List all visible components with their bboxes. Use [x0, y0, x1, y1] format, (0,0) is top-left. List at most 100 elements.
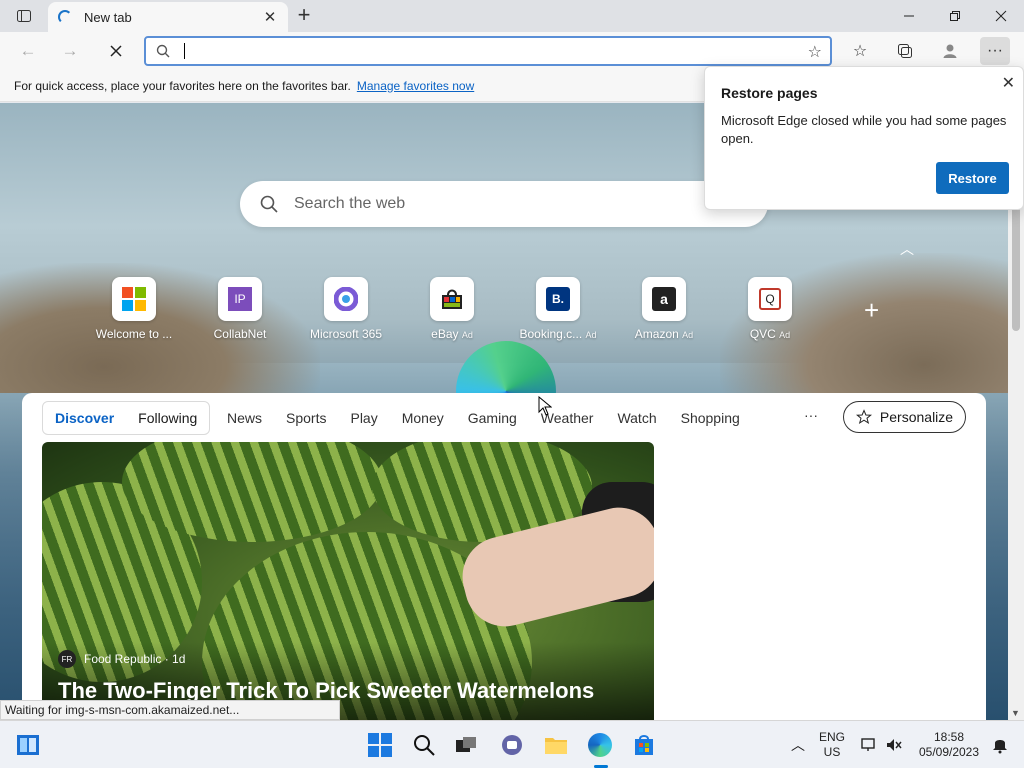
- ad-label: Ad: [682, 330, 694, 340]
- profile-icon: [943, 44, 957, 58]
- active-tab[interactable]: New tab ✕: [48, 2, 288, 32]
- category-gaming[interactable]: Gaming: [468, 410, 517, 426]
- minimize-button[interactable]: [886, 0, 932, 32]
- address-bar[interactable]: ☆: [144, 36, 832, 66]
- quick-link-label: Microsoft 365: [309, 327, 383, 341]
- chat-icon: [502, 735, 522, 755]
- clock[interactable]: 18:58 05/09/2023: [912, 730, 986, 760]
- clock-date: 05/09/2023: [918, 745, 980, 759]
- category-news[interactable]: News: [227, 410, 262, 426]
- quick-link-ebay[interactable]: eBay Ad: [402, 277, 502, 341]
- ad-label: Ad: [585, 330, 597, 340]
- title-bar: New tab ✕ +: [0, 0, 1024, 32]
- quick-link-label: Welcome to ...: [95, 327, 173, 341]
- collections-button[interactable]: [890, 37, 920, 65]
- tab-following[interactable]: Following: [138, 410, 197, 426]
- microsoft-logo-icon: [112, 277, 156, 321]
- tab-close-icon[interactable]: ✕: [262, 8, 278, 26]
- stop-loading-button[interactable]: [102, 37, 130, 65]
- forward-arrow-icon: →: [61, 41, 79, 60]
- scroll-down-arrow-icon[interactable]: ▼: [1011, 708, 1020, 718]
- dialog-message: Microsoft Edge closed while you had some…: [721, 113, 1007, 146]
- language-code: ENG: [818, 730, 845, 744]
- qvc-icon: Q: [748, 277, 792, 321]
- quick-link-qvc[interactable]: Q QVC Ad: [720, 277, 820, 341]
- notification-bell-icon: [993, 740, 1007, 754]
- category-sports[interactable]: Sports: [286, 410, 326, 426]
- quick-link-amazon[interactable]: a Amazon Ad: [614, 277, 714, 341]
- new-tab-button[interactable]: +: [292, 4, 316, 28]
- volume-muted-icon: [887, 739, 902, 751]
- forward-button[interactable]: →: [56, 37, 84, 65]
- store-icon: [635, 735, 653, 755]
- chevron-up-icon[interactable]: ︿: [900, 239, 914, 259]
- restore-window-button[interactable]: [932, 0, 978, 32]
- category-money[interactable]: Money: [402, 410, 444, 426]
- tab-actions-button[interactable]: [8, 4, 40, 28]
- quick-link-label: QVC: [749, 327, 776, 341]
- file-explorer-button[interactable]: [542, 731, 570, 759]
- taskbar-search-button[interactable]: [410, 731, 438, 759]
- tab-discover[interactable]: Discover: [55, 410, 114, 426]
- manage-favorites-link[interactable]: Manage favorites now: [357, 79, 474, 93]
- dialog-close-icon[interactable]: ✕: [1002, 73, 1015, 93]
- microsoft-365-icon: [324, 277, 368, 321]
- mouse-cursor-icon: [538, 395, 553, 421]
- feed-view-switch: Discover Following: [42, 401, 211, 435]
- add-favorite-icon[interactable]: ☆: [808, 42, 822, 62]
- restore-button[interactable]: Restore: [936, 162, 1009, 194]
- personalize-button[interactable]: Personalize: [843, 401, 966, 433]
- windows-start-icon: [368, 733, 392, 757]
- store-button[interactable]: [630, 731, 658, 759]
- article-source: FR Food Republic · 1d: [58, 650, 185, 668]
- web-search-placeholder: Search the web: [294, 195, 406, 212]
- widgets-icon: [17, 735, 39, 755]
- web-search-box[interactable]: Search the web: [240, 181, 768, 227]
- quick-link-booking[interactable]: B. Booking.c... Ad: [508, 277, 608, 341]
- search-icon: [414, 735, 435, 756]
- close-window-button[interactable]: [978, 0, 1024, 32]
- keyboard-layout: US: [823, 745, 841, 759]
- category-shopping[interactable]: Shopping: [681, 410, 740, 426]
- quick-link-welcome[interactable]: Welcome to ...: [84, 277, 184, 341]
- feed-categories: News Sports Play Money Gaming Weather Wa…: [227, 401, 764, 435]
- notifications-button[interactable]: [986, 731, 1014, 759]
- show-hidden-icons-button[interactable]: ︿: [784, 731, 812, 759]
- favorites-bar-hint: For quick access, place your favorites h…: [14, 78, 351, 93]
- quick-link-collabnet[interactable]: IP CollabNet: [190, 277, 290, 341]
- plus-icon: +: [864, 295, 880, 325]
- more-categories-button[interactable]: ···: [804, 407, 818, 423]
- start-button[interactable]: [366, 731, 394, 759]
- task-view-button[interactable]: [452, 731, 480, 759]
- add-quick-link-button[interactable]: +: [864, 295, 879, 326]
- profile-button[interactable]: [935, 37, 965, 65]
- widgets-button[interactable]: [14, 731, 42, 759]
- settings-more-button[interactable]: ···: [980, 37, 1010, 65]
- loading-spinner-icon: [58, 10, 72, 24]
- quick-link-microsoft-365[interactable]: Microsoft 365: [296, 277, 396, 341]
- folder-icon: [545, 738, 567, 754]
- featured-article-card[interactable]: FR Food Republic · 1d The Two-Finger Tri…: [42, 442, 654, 720]
- task-view-icon: [456, 737, 476, 752]
- input-language[interactable]: ENG US: [812, 730, 852, 760]
- quick-link-label: eBay: [431, 327, 459, 341]
- quick-link-label: Amazon: [634, 327, 679, 341]
- volume-button[interactable]: [880, 731, 908, 759]
- back-arrow-icon: ←: [19, 41, 37, 60]
- chevron-up-icon: ︿: [791, 737, 805, 753]
- restore-window-icon: [950, 11, 960, 21]
- category-watch[interactable]: Watch: [617, 410, 656, 426]
- favorites-button[interactable]: ☆: [845, 37, 875, 65]
- back-button[interactable]: ←: [14, 37, 42, 65]
- quick-link-label: CollabNet: [213, 327, 267, 341]
- network-icon: [861, 738, 875, 751]
- category-play[interactable]: Play: [350, 410, 377, 426]
- personalize-label: Personalize: [879, 409, 954, 425]
- close-window-icon: [995, 10, 1007, 22]
- ad-label: Ad: [779, 330, 791, 340]
- edge-taskbar-button[interactable]: [586, 731, 614, 759]
- quick-link-label: Booking.c...: [519, 327, 583, 341]
- taskbar: ︿ ENG US 18:58 05/09/2023: [0, 720, 1024, 768]
- tab-title: New tab: [84, 9, 132, 25]
- teams-chat-button[interactable]: [498, 731, 526, 759]
